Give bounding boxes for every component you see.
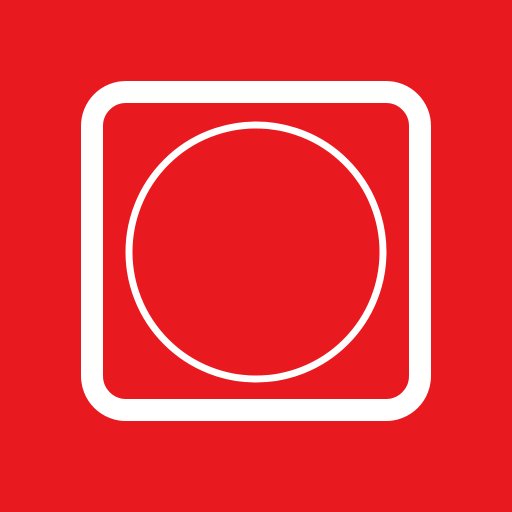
icon-background xyxy=(0,0,512,512)
app-icon-canvas xyxy=(0,0,512,512)
rounded-square-circle-icon xyxy=(0,0,512,512)
